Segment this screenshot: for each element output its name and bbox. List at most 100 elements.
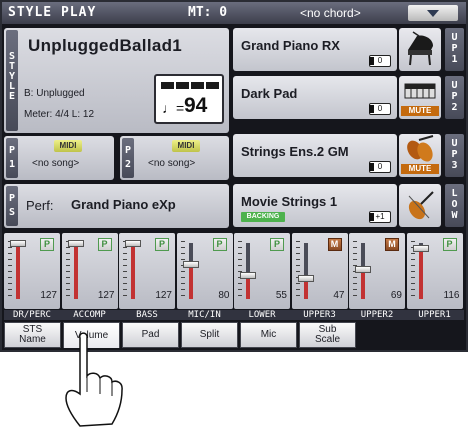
play-mute-button[interactable]: P (442, 238, 457, 251)
fader-knob[interactable] (297, 275, 314, 282)
style-name: UnpluggedBallad1 (28, 36, 183, 55)
fader-level (73, 243, 78, 299)
octave-indicator: +1 (369, 211, 391, 223)
play-mute-button[interactable]: P (40, 238, 54, 251)
upper-2-sound[interactable]: Dark Pad 0 (233, 76, 397, 119)
sound-name: Strings Ens.2 GM (241, 144, 349, 159)
fader-knob[interactable] (182, 261, 199, 268)
upper-2-tab[interactable]: UP2 (445, 76, 464, 119)
mixer-channel[interactable]: P 127 (4, 233, 60, 309)
player-1-panel[interactable]: P1 MIDI <no song> (4, 136, 114, 180)
volume-value: 47 (333, 290, 345, 301)
channel-label: DR/PERC (13, 310, 51, 320)
fader-scale (238, 241, 242, 297)
mixer-channel[interactable]: P 127 (61, 233, 118, 309)
fader-knob[interactable] (412, 245, 429, 252)
player-2-panel[interactable]: P2 MIDI <no song> (120, 136, 229, 180)
channel-label: UPPER3 (303, 310, 336, 320)
beat-indicator (206, 82, 219, 89)
upper-3-sound-icon[interactable]: MUTE (399, 134, 441, 177)
tab-label: Split (199, 329, 220, 340)
tab-sub-scale[interactable]: Sub Scale (299, 322, 356, 348)
upper-1-sound[interactable]: Grand Piano RX 0 (233, 28, 397, 71)
mute-badge: MUTE (401, 106, 439, 116)
mixer-channel[interactable]: P 127 (119, 233, 175, 309)
upper-3-sound[interactable]: Strings Ens.2 GM 0 (233, 134, 397, 177)
mixer-channel[interactable]: M 47 (291, 233, 348, 309)
play-mute-button[interactable]: M (385, 238, 399, 251)
mixer-channel[interactable]: P 55 (234, 233, 290, 309)
beat-indicator (176, 82, 189, 89)
fader-scale (180, 241, 185, 297)
volume-value: 116 (443, 290, 460, 301)
tab-label: Mic (260, 329, 277, 340)
sound-name: Grand Piano RX (241, 38, 340, 53)
chord-display: <no chord> (300, 6, 361, 20)
page-menu-button[interactable] (408, 5, 458, 21)
fader-knob[interactable] (240, 272, 256, 279)
volume-value: 127 (155, 290, 172, 301)
violin-icon (408, 191, 434, 220)
play-mute-button[interactable]: P (270, 238, 284, 251)
pointing-hand-icon (65, 332, 123, 427)
tab-label: Name (19, 334, 46, 345)
performance-panel[interactable]: PS Perf: Grand Piano eXp (4, 184, 229, 228)
volume-value: 69 (390, 290, 402, 301)
channel-label: UPPER2 (360, 310, 394, 320)
page-title: STYLE PLAY (8, 5, 97, 20)
play-mute-button[interactable]: P (155, 238, 169, 251)
upper-2-sound-icon[interactable]: MUTE (399, 76, 441, 119)
upper-1-tab[interactable]: UP1 (445, 28, 464, 71)
sound-name: Dark Pad (241, 86, 298, 101)
fader-knob[interactable] (355, 266, 371, 273)
tab-mic[interactable]: Mic (240, 322, 297, 348)
mixer-channel[interactable]: P 80 (176, 233, 233, 309)
channel-label: ACCOMP (73, 310, 106, 320)
midi-badge: MIDI (172, 140, 200, 152)
master-transpose: MT: 0 (188, 5, 228, 20)
lower-tab[interactable]: LOW (445, 184, 464, 227)
tab-sts-name[interactable]: STS Name (4, 322, 61, 348)
strings-icon (407, 135, 434, 162)
fader-scale (8, 241, 12, 297)
fader-level (131, 243, 135, 299)
play-mute-button[interactable]: P (97, 238, 112, 251)
fader-knob[interactable] (10, 240, 26, 247)
upper-1-sound-icon[interactable] (399, 28, 441, 71)
tab-pad[interactable]: Pad (122, 322, 179, 348)
synth-keyboard-icon (404, 83, 436, 99)
play-mute-button[interactable]: M (327, 238, 342, 251)
mixer-channel[interactable]: M 69 (349, 233, 405, 309)
fader-level (16, 243, 20, 299)
tab-split[interactable]: Split (181, 322, 238, 348)
fader-knob[interactable] (67, 240, 84, 247)
mixer-channel[interactable]: P 116 (406, 233, 463, 309)
quarter-note-icon: ♩= (162, 100, 185, 116)
fader-level (188, 264, 193, 299)
style-panel[interactable]: STYLE UnpluggedBallad1 B: Unplugged Mete… (4, 28, 229, 133)
backing-badge: BACKING (241, 212, 285, 222)
mute-badge: MUTE (401, 164, 439, 174)
channel-label: UPPER1 (418, 310, 451, 320)
fader-level (361, 269, 365, 299)
lower-sound[interactable]: Movie Strings 1 BACKING +1 (233, 184, 397, 227)
style-play-screen: STYLE PLAY MT: 0 <no chord> STYLE Unplug… (0, 0, 468, 352)
volume-value: 55 (275, 290, 287, 301)
octave-indicator: 0 (369, 103, 391, 115)
channel-label: BASS (136, 310, 158, 320)
grand-piano-icon (408, 31, 433, 66)
style-tab: STYLE (6, 30, 18, 131)
upper-3-tab[interactable]: UP3 (445, 134, 464, 177)
channel-label: MIC/IN (188, 310, 221, 320)
octave-indicator: 0 (369, 55, 391, 67)
player-2-tab: P2 (122, 138, 134, 178)
play-mute-button[interactable]: P (212, 238, 227, 251)
fader-knob[interactable] (125, 240, 141, 247)
lower-sound-icon[interactable] (399, 184, 441, 227)
volume-value: 80 (218, 290, 230, 301)
volume-value: 127 (97, 290, 115, 301)
fader-scale (123, 241, 127, 297)
style-meter: Meter: 4/4 L: 12 (24, 109, 95, 120)
tempo-display[interactable]: ♩= 94 (154, 74, 224, 124)
title-bar: STYLE PLAY MT: 0 <no chord> (2, 2, 466, 24)
